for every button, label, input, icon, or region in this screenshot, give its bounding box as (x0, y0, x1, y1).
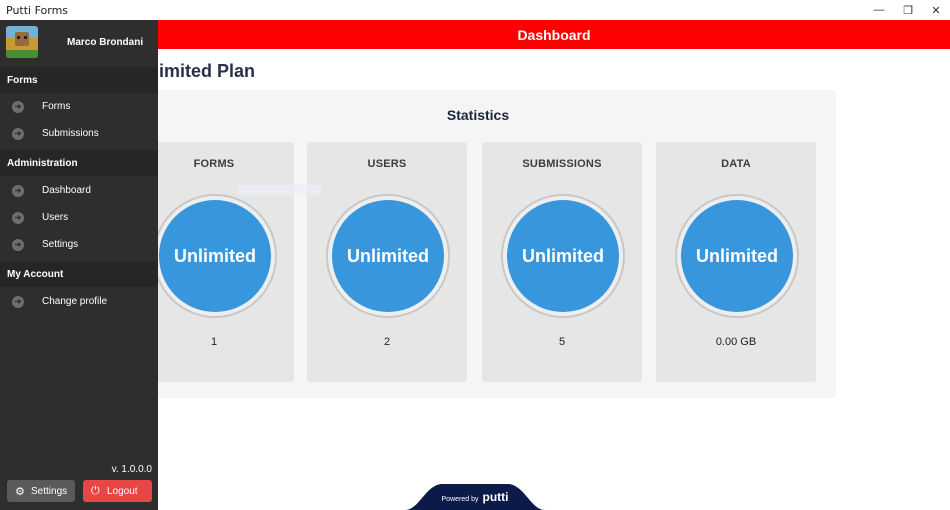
arrow-right-icon: ➜ (12, 295, 24, 308)
sidebar-item-label: Dashboard (42, 185, 91, 196)
stat-circle: Unlimited (681, 200, 793, 312)
sidebar-item-change-profile[interactable]: ➜ Change profile (0, 288, 158, 315)
user-name: Marco Brondani (67, 37, 144, 48)
sidebar-item-forms[interactable]: ➜ Forms (0, 93, 158, 120)
sidebar-item-label: Users (42, 212, 69, 223)
stat-circle: Unlimited (159, 200, 271, 312)
stat-card-label: FORMS (193, 158, 235, 170)
section-administration: Administration (0, 150, 158, 176)
section-my-account: My Account (0, 261, 158, 287)
arrow-right-icon: ➜ (12, 184, 24, 197)
stat-card-submissions: SUBMISSIONS Unlimited 5 (482, 142, 642, 382)
stat-count: 0.00 GB (715, 336, 757, 348)
power-icon: ⏻ (91, 484, 100, 497)
powered-by-badge[interactable]: Powered by putti (405, 482, 545, 510)
arrow-right-icon: ➜ (12, 127, 24, 140)
window-title: Putti Forms (6, 4, 69, 17)
sidebar-item-dashboard[interactable]: ➜ Dashboard (0, 177, 158, 204)
section-forms: Forms (0, 67, 158, 93)
sidebar: Marco Brondani Forms ➜ Forms ➜ Submissio… (0, 20, 158, 510)
stat-card-forms: FORMS Unlimited 1 (134, 142, 294, 382)
plan-title: Unlimited Plan (158, 61, 308, 82)
stat-card-label: SUBMISSIONS (522, 158, 602, 170)
sidebar-item-settings[interactable]: ➜ Settings (0, 231, 158, 258)
user-profile[interactable]: Marco Brondani (0, 20, 158, 70)
settings-button-label: Settings (31, 485, 68, 497)
powered-by-text: Powered by putti (405, 490, 545, 504)
maximize-button[interactable]: ❐ (893, 0, 923, 20)
page-header-title: Dashboard (517, 26, 591, 43)
logout-button-label: Logout (107, 485, 138, 497)
app-version: v. 1.0.0.0 (111, 464, 152, 475)
plan-title-text: Unlimited Plan (158, 61, 256, 81)
sidebar-item-submissions[interactable]: ➜ Submissions (0, 120, 158, 147)
gear-icon: ⚙ (15, 485, 25, 498)
stat-count: 1 (210, 336, 218, 348)
putti-logo: putti (482, 490, 509, 504)
sidebar-item-users[interactable]: ➜ Users (0, 204, 158, 231)
powered-by-label: Powered by (441, 496, 479, 503)
app-window: Putti Forms — ❐ ✕ Dashboard Unlimited Pl… (0, 0, 950, 510)
avatar (6, 26, 38, 58)
stat-count: 2 (383, 336, 391, 348)
close-button[interactable]: ✕ (921, 0, 950, 20)
statistics-title: Statistics (446, 107, 510, 123)
sidebar-item-label: Settings (42, 239, 79, 250)
arrow-right-icon: ➜ (12, 211, 24, 224)
stat-card-data: DATA Unlimited 0.00 GB (656, 142, 816, 382)
stat-circle: Unlimited (507, 200, 619, 312)
sidebar-item-label: Change profile (42, 296, 108, 307)
minimize-button[interactable]: — (864, 0, 894, 20)
statistics-panel: Statistics FORMS Unlimited 1 USERS Unlim… (120, 90, 836, 398)
stat-card-label: DATA (721, 158, 751, 170)
sidebar-item-label: Forms (42, 101, 71, 112)
sidebar-item-label: Submissions (42, 128, 99, 139)
faded-tooltip (237, 185, 321, 195)
arrow-right-icon: ➜ (12, 100, 24, 113)
title-bar: Putti Forms — ❐ ✕ (0, 0, 950, 20)
settings-button[interactable]: ⚙ Settings (7, 480, 75, 502)
stat-circle: Unlimited (332, 200, 444, 312)
stat-card-label: USERS (367, 158, 407, 170)
logout-button[interactable]: ⏻ Logout (83, 480, 152, 502)
stat-card-users: USERS Unlimited 2 (307, 142, 467, 382)
stat-count: 5 (558, 336, 566, 348)
arrow-right-icon: ➜ (12, 238, 24, 251)
